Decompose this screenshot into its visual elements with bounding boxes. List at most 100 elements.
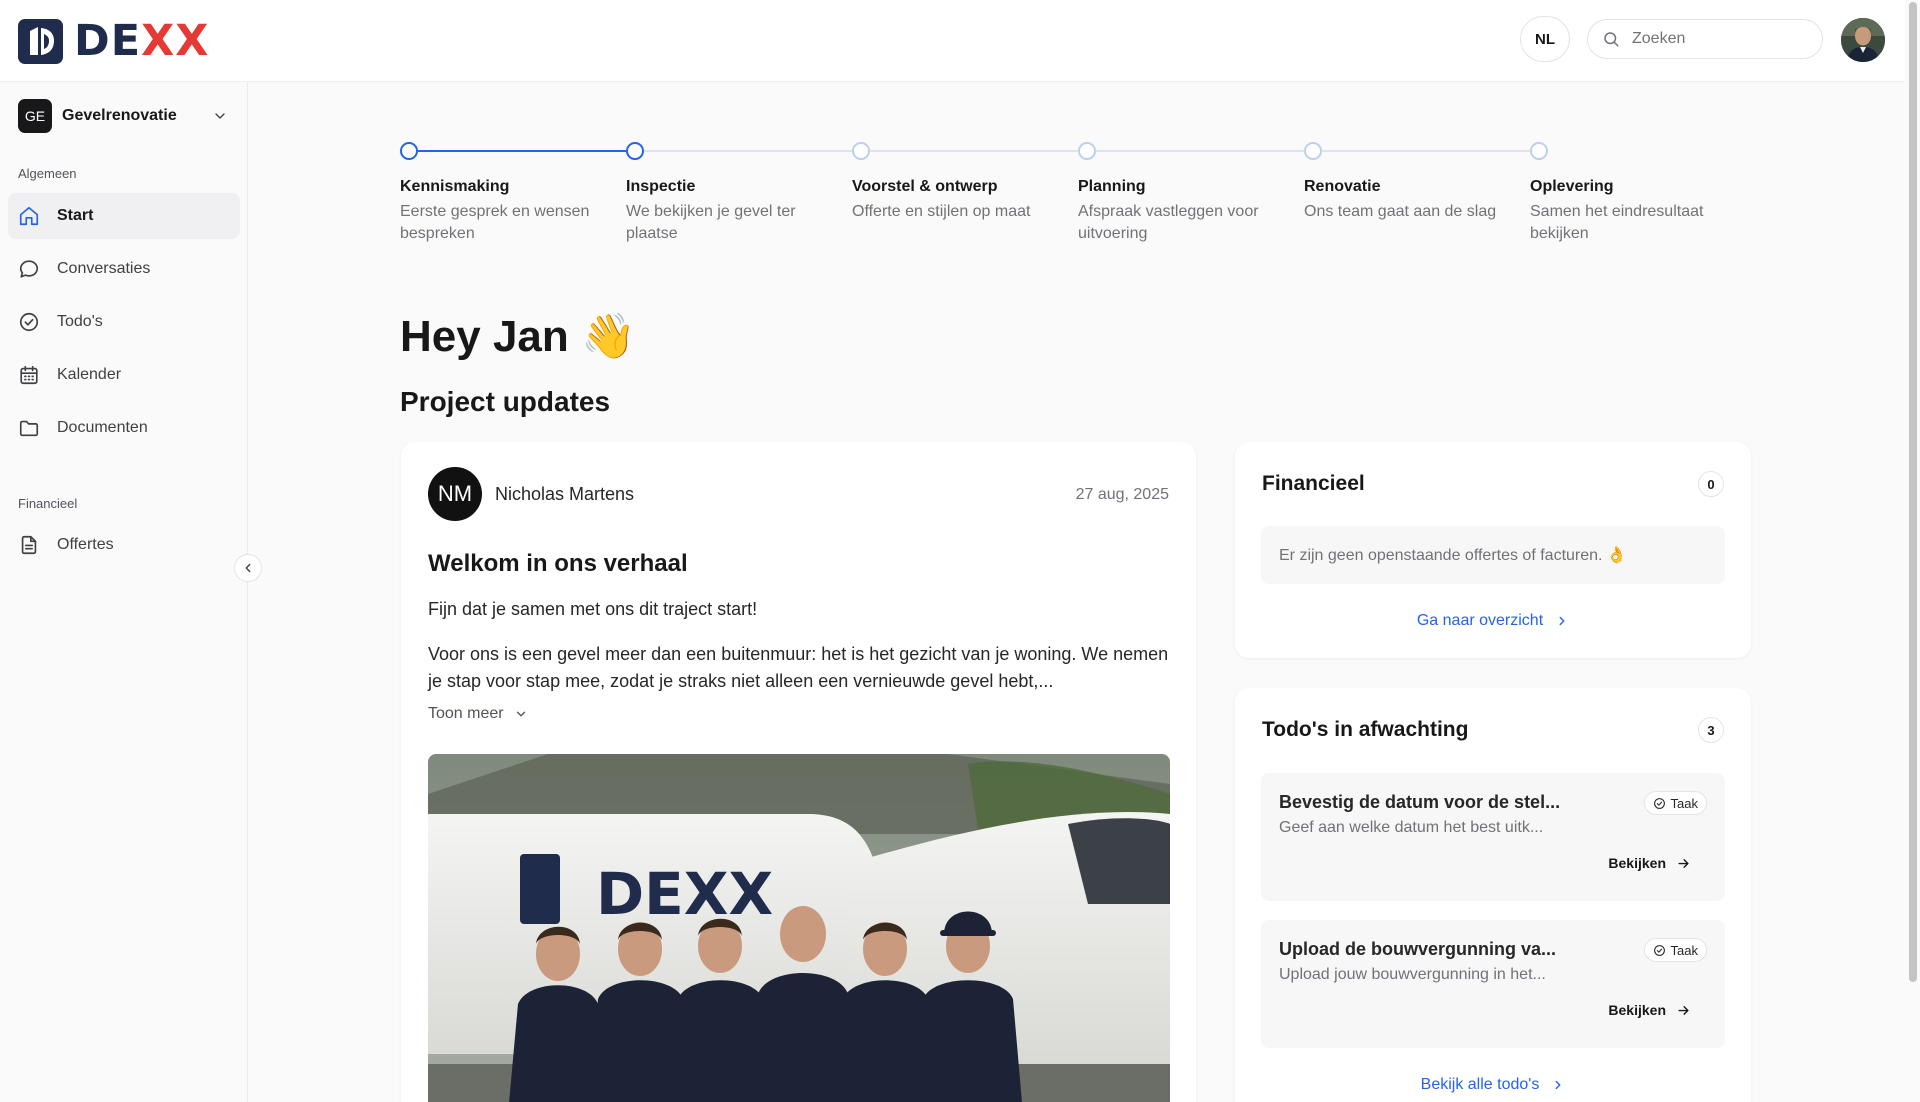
sidebar-item-label: Documenten xyxy=(57,419,148,436)
greeting-text: Hey Jan xyxy=(400,312,569,361)
post-paragraph: Voor ons is een gevel meer dan een buite… xyxy=(428,644,1169,691)
view-todo-button[interactable]: Bekijken xyxy=(1608,1002,1691,1018)
sidebar-section-algemeen: Algemeen xyxy=(18,166,77,181)
sidebar-item-todos[interactable]: Todo's xyxy=(8,299,240,345)
chevron-down-icon xyxy=(516,711,525,717)
finance-empty-message: Er zijn geen openstaande offertes of fac… xyxy=(1261,526,1725,584)
sidebar-item-label: Kalender xyxy=(57,366,122,383)
language-button[interactable]: NL xyxy=(1520,16,1570,62)
page-scrollbar[interactable] xyxy=(1905,0,1920,1102)
view-todo-label: Bekijken xyxy=(1608,1002,1666,1018)
step-connector xyxy=(1096,150,1304,152)
step-connector xyxy=(644,150,852,152)
check-circle-icon xyxy=(1653,797,1665,809)
logo-text-prefix: DE xyxy=(74,16,142,66)
van-logo-text: DEXX xyxy=(596,860,773,928)
todos-card: Todo's in afwachting 3 Bevestig de datum… xyxy=(1235,688,1751,1102)
calendar-icon xyxy=(20,365,38,385)
step-title: Voorstel & ontwerp xyxy=(852,178,998,195)
todo-description: Geef aan welke datum het best uitk... xyxy=(1279,819,1544,836)
todo-type-badge: Taak xyxy=(1643,938,1707,962)
author-avatar: NM xyxy=(428,467,482,521)
team-photo: DEXX xyxy=(428,754,1170,1102)
step-dot xyxy=(626,142,644,160)
go-to-overview-label: Ga naar overzicht xyxy=(1416,612,1544,629)
top-header: DEXX NL xyxy=(0,0,1920,82)
collapse-sidebar-button[interactable] xyxy=(234,554,262,582)
project-badge: GE xyxy=(18,99,52,133)
view-todo-button[interactable]: Bekijken xyxy=(1608,855,1691,871)
go-to-overview-link[interactable]: Ga naar overzicht xyxy=(1235,612,1751,630)
sidebar-item-label: Start xyxy=(57,207,94,224)
todo-item[interactable]: Upload de bouwvergunning va... Upload jo… xyxy=(1261,920,1725,1048)
step-description: Offerte en stijlen op maat xyxy=(852,203,1031,220)
document-icon xyxy=(21,535,37,555)
team-photo-image: DEXX xyxy=(428,754,1170,1102)
chevron-right-icon xyxy=(1555,1080,1561,1090)
greeting-heading: Hey Jan 👋 xyxy=(400,310,636,362)
step-description: Eerste gesprek en wensen bespreken xyxy=(400,203,590,242)
todo-title: Bevestig de datum voor de stel... xyxy=(1279,792,1561,812)
sidebar-item-label: Offertes xyxy=(57,536,114,553)
step-connector xyxy=(418,150,626,152)
todos-card-title: Todo's in afwachting xyxy=(1262,718,1469,741)
step-dot xyxy=(852,142,870,160)
arrow-right-icon xyxy=(1678,858,1689,868)
view-todo-label: Bekijken xyxy=(1608,855,1666,871)
author-name: Nicholas Martens xyxy=(495,483,635,504)
chevron-right-icon xyxy=(1559,616,1565,626)
chat-icon xyxy=(19,260,39,278)
home-icon xyxy=(19,206,39,226)
view-all-todos-link[interactable]: Bekijk alle todo's xyxy=(1235,1076,1751,1094)
show-more-label: Toon meer xyxy=(428,705,504,722)
sidebar-item-start[interactable]: Start xyxy=(8,193,240,239)
step-description: Samen het eindresultaat bekijken xyxy=(1530,203,1704,242)
step-description: We bekijken je gevel ter plaatse xyxy=(626,203,796,242)
dexx-logo-text: DEXX xyxy=(74,18,209,64)
sidebar-item-documenten[interactable]: Documenten xyxy=(8,405,240,451)
finance-card: Financieel 0 Er zijn geen openstaande of… xyxy=(1235,442,1751,658)
dexx-logo-mark-icon xyxy=(18,18,63,64)
arrow-right-icon xyxy=(1678,1005,1689,1015)
chevron-down-icon xyxy=(215,113,225,119)
step-title: Inspectie xyxy=(626,178,696,195)
search-bar[interactable] xyxy=(1587,19,1823,59)
dexx-logo[interactable]: DEXX xyxy=(18,18,209,64)
todo-type-label: Taak xyxy=(1670,942,1698,958)
step-dot xyxy=(1530,142,1548,160)
sidebar-item-label: Todo's xyxy=(57,313,103,330)
chevron-left-icon xyxy=(245,563,251,573)
todo-item[interactable]: Bevestig de datum voor de stel... Geef a… xyxy=(1261,773,1725,901)
post-author: NM Nicholas Martens xyxy=(428,467,634,521)
search-icon xyxy=(1604,32,1619,47)
step-title: Kennismaking xyxy=(400,178,510,195)
search-input[interactable] xyxy=(1632,30,1802,48)
waving-hand-emoji: 👋 xyxy=(581,312,636,361)
todo-title: Upload de bouwvergunning va... xyxy=(1279,939,1557,959)
project-selector[interactable]: GE Gevelrenovatie xyxy=(18,98,228,134)
folder-icon xyxy=(19,420,39,437)
todo-type-label: Taak xyxy=(1670,795,1698,811)
sidebar-item-conversaties[interactable]: Conversaties xyxy=(8,246,240,292)
step-title: Renovatie xyxy=(1304,178,1381,195)
sidebar: GE Gevelrenovatie Algemeen Start Convers… xyxy=(0,82,248,1102)
project-name: Gevelrenovatie xyxy=(62,107,177,124)
sidebar-item-kalender[interactable]: Kalender xyxy=(8,352,240,398)
show-more-button[interactable]: Toon meer xyxy=(428,705,528,723)
step-connector xyxy=(870,150,1078,152)
scrollbar-thumb[interactable] xyxy=(1909,2,1917,982)
step-dot xyxy=(1304,142,1322,160)
view-all-todos-label: Bekijk alle todo's xyxy=(1420,1076,1540,1093)
step-title: Planning xyxy=(1078,178,1146,195)
todos-count-badge: 3 xyxy=(1698,717,1724,743)
post-title: Welkom in ons verhaal xyxy=(428,550,688,577)
project-updates-heading: Project updates xyxy=(400,386,611,417)
check-circle-icon xyxy=(19,312,39,332)
sidebar-item-label: Conversaties xyxy=(57,260,151,277)
finance-count-badge: 0 xyxy=(1698,471,1724,497)
step-description: Afspraak vastleggen voor uitvoering xyxy=(1078,203,1259,242)
logo-text-accent: XX xyxy=(141,16,210,66)
user-avatar-image xyxy=(1841,18,1885,62)
user-avatar[interactable] xyxy=(1841,18,1885,62)
sidebar-item-offertes[interactable]: Offertes xyxy=(8,522,240,568)
